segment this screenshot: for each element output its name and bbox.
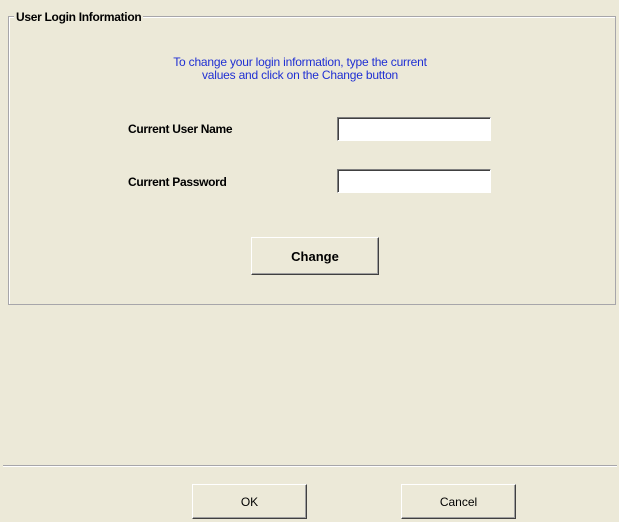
password-input[interactable]: [337, 169, 491, 193]
groupbox-title: User Login Information: [14, 10, 144, 24]
password-label: Current Password: [128, 175, 227, 189]
instructions-text: To change your login information, type t…: [130, 56, 470, 82]
dialog-separator: [3, 465, 617, 467]
username-input[interactable]: [337, 117, 491, 141]
instructions-line-2: values and click on the Change button: [201, 68, 399, 82]
change-button[interactable]: Change: [251, 237, 379, 275]
cancel-button[interactable]: Cancel: [401, 484, 516, 519]
ok-button[interactable]: OK: [192, 484, 307, 519]
username-label: Current User Name: [128, 122, 233, 136]
